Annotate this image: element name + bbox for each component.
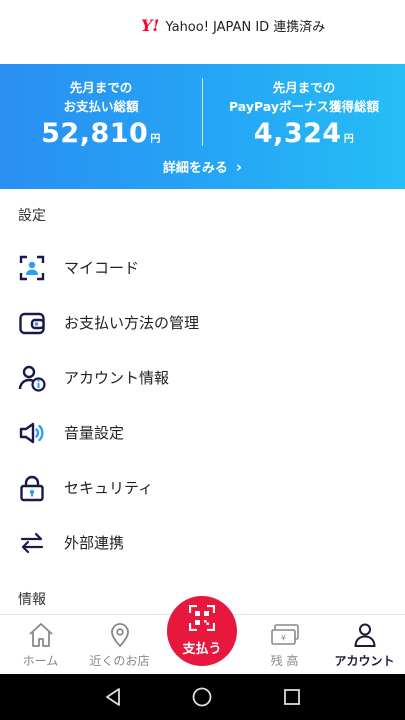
menu-item-my-code[interactable]: マイコード bbox=[0, 240, 405, 295]
tab-nearby-stores[interactable]: 近くのお店 bbox=[79, 615, 160, 675]
tab-balance-label: 残 高 bbox=[270, 654, 299, 668]
chevron-right-icon: › bbox=[235, 158, 243, 176]
yahoo-link-label: Yahoo! JAPAN ID 連携済み bbox=[165, 20, 326, 35]
menu-item-payment-methods[interactable]: お支払い方法の管理 bbox=[0, 295, 405, 350]
total-payment-value: 52,810 bbox=[41, 118, 149, 149]
menu-item-security[interactable]: セキュリティ bbox=[0, 460, 405, 515]
tab-account-label: アカウント bbox=[334, 654, 395, 668]
menu-item-label: アカウント情報 bbox=[64, 369, 170, 387]
menu-item-account-info[interactable]: アカウント情報 bbox=[0, 350, 405, 405]
speaker-icon bbox=[17, 418, 47, 448]
menu-item-label: 音量設定 bbox=[64, 424, 125, 442]
tab-home[interactable]: ホーム bbox=[0, 615, 81, 675]
total-payment-label-line1: 先月までの bbox=[69, 80, 133, 95]
total-bonus-value: 4,324 bbox=[253, 118, 342, 149]
system-nav-bar bbox=[0, 674, 405, 720]
wallet-icon bbox=[17, 308, 47, 338]
total-payment-unit: 円 bbox=[150, 134, 161, 145]
total-bonus-label-line2: PayPayボーナス獲得総額 bbox=[228, 99, 380, 114]
info-section-title: 情報 bbox=[18, 592, 46, 608]
pay-button-label: 支払う bbox=[182, 642, 222, 657]
total-payment-label-line2: お支払い総額 bbox=[63, 99, 139, 114]
total-bonus-block: 先月までの PayPayボーナス獲得総額 4,324 円 bbox=[203, 78, 405, 157]
menu-item-label: お支払い方法の管理 bbox=[64, 314, 200, 332]
tab-account[interactable]: アカウント bbox=[324, 615, 405, 675]
map-pin-icon bbox=[109, 621, 131, 649]
payment-summary-banner: 先月までの お支払い総額 52,810 円 先月までの PayPayボーナス獲得総… bbox=[0, 64, 405, 189]
yahoo-logo-icon: Y! bbox=[141, 15, 160, 35]
total-bonus-amount: 4,324 円 bbox=[203, 117, 405, 157]
home-nav-icon[interactable] bbox=[191, 686, 213, 708]
qr-user-icon bbox=[17, 253, 47, 283]
menu-item-label: セキュリティ bbox=[64, 479, 154, 497]
svg-text:¥: ¥ bbox=[280, 634, 285, 643]
menu-item-volume-settings[interactable]: 音量設定 bbox=[0, 405, 405, 460]
total-bonus-label-line1: 先月までの bbox=[272, 80, 336, 95]
settings-section-title: 設定 bbox=[18, 208, 46, 224]
user-info-icon bbox=[17, 363, 47, 393]
user-icon bbox=[353, 621, 377, 649]
back-icon[interactable] bbox=[102, 686, 124, 708]
banknote-icon: ¥ bbox=[270, 621, 300, 649]
total-payment-amount: 52,810 円 bbox=[0, 117, 202, 157]
total-bonus-unit: 円 bbox=[343, 134, 355, 145]
menu-item-external-links[interactable]: 外部連携 bbox=[0, 515, 405, 570]
recents-icon[interactable] bbox=[281, 686, 303, 708]
menu-item-label: 外部連携 bbox=[64, 534, 125, 552]
total-payment-block: 先月までの お支払い総額 52,810 円 bbox=[0, 78, 202, 157]
home-icon bbox=[27, 621, 55, 649]
pay-button[interactable]: 支払う bbox=[167, 596, 237, 666]
view-details-label: 詳細をみる bbox=[162, 161, 228, 176]
menu-item-label: マイコード bbox=[64, 259, 140, 277]
tab-balance[interactable]: ¥ 残 高 bbox=[244, 615, 325, 675]
tab-home-label: ホーム bbox=[22, 654, 59, 668]
lock-icon bbox=[17, 473, 47, 503]
yahoo-id-link[interactable]: Y! Yahoo! JAPAN ID 連携済み bbox=[141, 16, 325, 35]
tab-nearby-label: 近くのお店 bbox=[89, 654, 150, 668]
qr-scan-icon bbox=[188, 604, 216, 635]
swap-arrows-icon bbox=[17, 528, 47, 558]
top-bar: Y! Yahoo! JAPAN ID 連携済み bbox=[0, 0, 405, 64]
view-details-link[interactable]: 詳細をみる › bbox=[0, 157, 405, 176]
